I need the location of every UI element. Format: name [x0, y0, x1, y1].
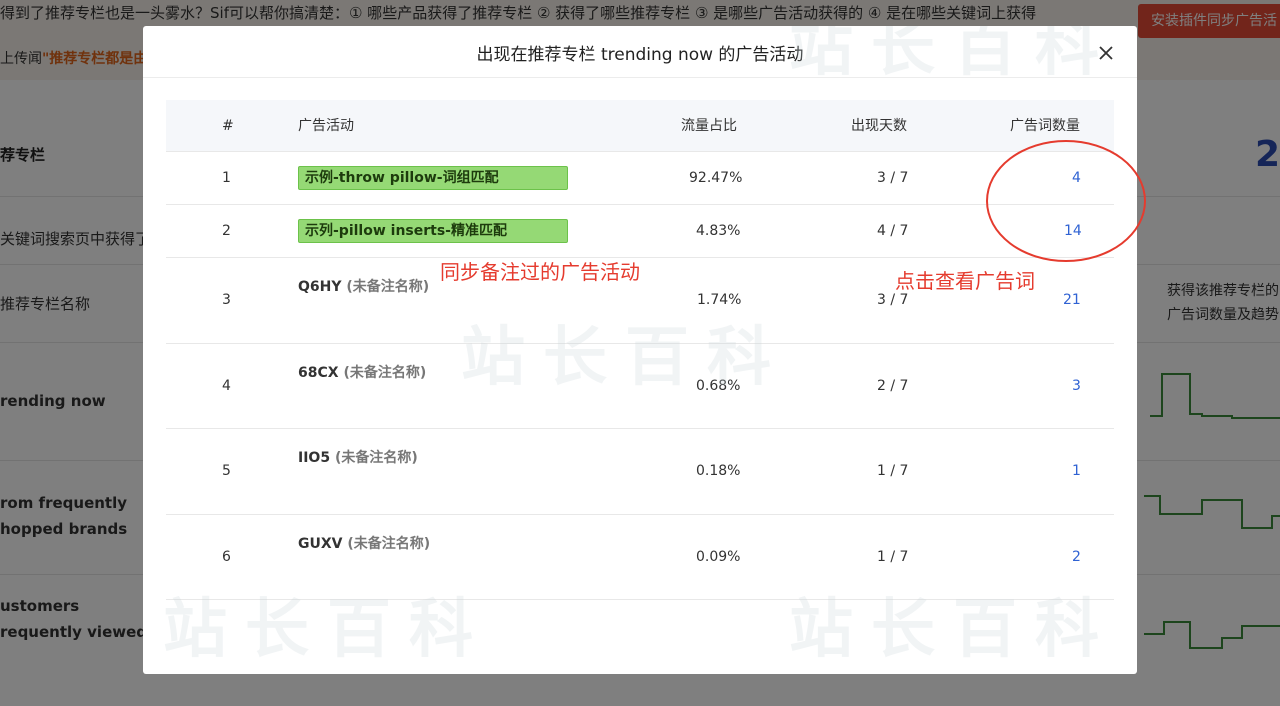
row-index: 1 [222, 170, 231, 186]
annotation-circle [986, 140, 1146, 262]
row-index: 3 [222, 292, 231, 308]
days-appeared: 3 / 7 [877, 292, 909, 308]
traffic-share: 0.18% [696, 463, 741, 479]
campaign-name[interactable]: IIO5 (未备注名称) [298, 447, 418, 467]
days-appeared: 1 / 7 [877, 549, 909, 565]
campaign-modal: 出现在推荐专栏 trending now 的广告活动 # 广告活动 流量占比 出… [143, 26, 1137, 674]
annotation-click-keywords: 点击查看广告词 [895, 269, 1035, 293]
header-days[interactable]: 出现天数 [851, 100, 907, 152]
table-row: 1 示例-throw pillow-词组匹配 92.47% 3 / 7 4 [166, 152, 1114, 205]
campaign-tag[interactable]: 示列-pillow inserts-精准匹配 [298, 219, 568, 243]
days-appeared: 3 / 7 [877, 170, 909, 186]
campaign-tag[interactable]: 示例-throw pillow-词组匹配 [298, 166, 568, 190]
row-index: 6 [222, 549, 231, 565]
campaign-name[interactable]: 68CX (未备注名称) [298, 362, 426, 382]
traffic-share: 0.09% [696, 549, 741, 565]
keyword-count-link[interactable]: 2 [1072, 549, 1081, 565]
campaign-name[interactable]: Q6HY (未备注名称) [298, 276, 429, 296]
header-index: # [222, 118, 234, 134]
watermark: 站长百科 [789, 26, 1117, 85]
table-row: 5 IIO5 (未备注名称) 0.18% 1 / 7 1 [166, 429, 1114, 515]
row-index: 2 [222, 223, 231, 239]
table-row: 2 示列-pillow inserts-精准匹配 4.83% 4 / 7 14 [166, 205, 1114, 258]
row-index: 4 [222, 378, 231, 394]
annotation-synced-campaigns: 同步备注过的广告活动 [440, 260, 640, 284]
keyword-count-link[interactable]: 3 [1072, 378, 1081, 394]
days-appeared: 4 / 7 [877, 223, 909, 239]
days-appeared: 1 / 7 [877, 463, 909, 479]
header-campaign: 广告活动 [298, 118, 354, 134]
traffic-share: 92.47% [689, 170, 743, 186]
days-appeared: 2 / 7 [877, 378, 909, 394]
table-header: # 广告活动 流量占比 出现天数 广告词数量 [166, 100, 1114, 152]
keyword-count-link[interactable]: 21 [1063, 292, 1081, 308]
watermark: 站长百科 [789, 593, 1117, 667]
watermark: 站长百科 [461, 321, 789, 395]
traffic-share: 4.83% [696, 223, 741, 239]
watermark: 站长百科 [163, 593, 491, 667]
row-index: 5 [222, 463, 231, 479]
header-traffic-share[interactable]: 流量占比 [681, 100, 737, 152]
campaign-name[interactable]: GUXV (未备注名称) [298, 533, 430, 553]
keyword-count-link[interactable]: 1 [1072, 463, 1081, 479]
